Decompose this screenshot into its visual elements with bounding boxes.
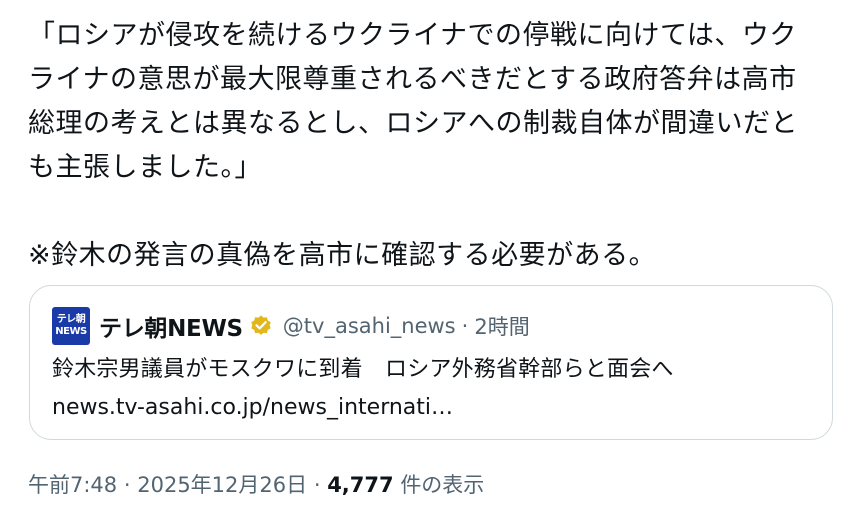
quote-tweet-card[interactable]: テレ朝 NEWS テレ朝NEWS @tv_asahi_news · 2時間 鈴木… xyxy=(29,285,833,440)
tweet-text-line: ※鈴木の発言の真偽を高市に確認する必要がある。 xyxy=(28,240,657,271)
tweet-text-line: 総理の考えとは異なるとし、ロシアへの制裁自体が間違いだと xyxy=(28,108,798,139)
tweet-text-line: ライナの意思が最大限尊重されるべきだとする政府答弁は高市 xyxy=(28,64,797,95)
avatar-text: NEWS xyxy=(55,326,87,337)
views-label: 件の表示 xyxy=(400,473,485,497)
tweet-date[interactable]: 2025年12月26日 xyxy=(137,473,307,497)
tweet-paragraph-gap xyxy=(28,190,840,234)
quote-author-handle[interactable]: @tv_asahi_news xyxy=(283,314,456,338)
verified-badge-icon xyxy=(249,314,273,338)
avatar[interactable]: テレ朝 NEWS xyxy=(52,307,90,345)
tweet-text-line: 「ロシアが侵攻を続けるウクライナでの停戦に向けては、ウク xyxy=(28,20,797,51)
separator-dot: · xyxy=(313,473,321,497)
quote-author-name[interactable]: テレ朝NEWS xyxy=(99,309,243,343)
quote-text: 鈴木宗男議員がモスクワに到着 ロシア外務省幹部らと面会へ xyxy=(52,357,674,382)
tweet-time[interactable]: 午前7:48 xyxy=(28,473,117,497)
tweet-metadata: 午前7:48 · 2025年12月26日 · 4,777 件の表示 xyxy=(28,468,484,502)
separator-dot: · xyxy=(123,473,131,497)
avatar-text: テレ朝 xyxy=(56,314,86,325)
quote-link[interactable]: news.tv-asahi.co.jp/news_internati… xyxy=(52,390,453,426)
separator-dot: · xyxy=(461,314,469,338)
views-count: 4,777 xyxy=(327,473,394,497)
tweet-text: 「ロシアが侵攻を続けるウクライナでの停戦に向けては、ウク ライナの意思が最大限尊… xyxy=(28,14,840,278)
quote-header: テレ朝 NEWS テレ朝NEWS @tv_asahi_news · 2時間 xyxy=(52,306,530,346)
tweet-text-line: も主張しました。」 xyxy=(28,152,262,183)
quote-timestamp[interactable]: 2時間 xyxy=(474,311,529,341)
